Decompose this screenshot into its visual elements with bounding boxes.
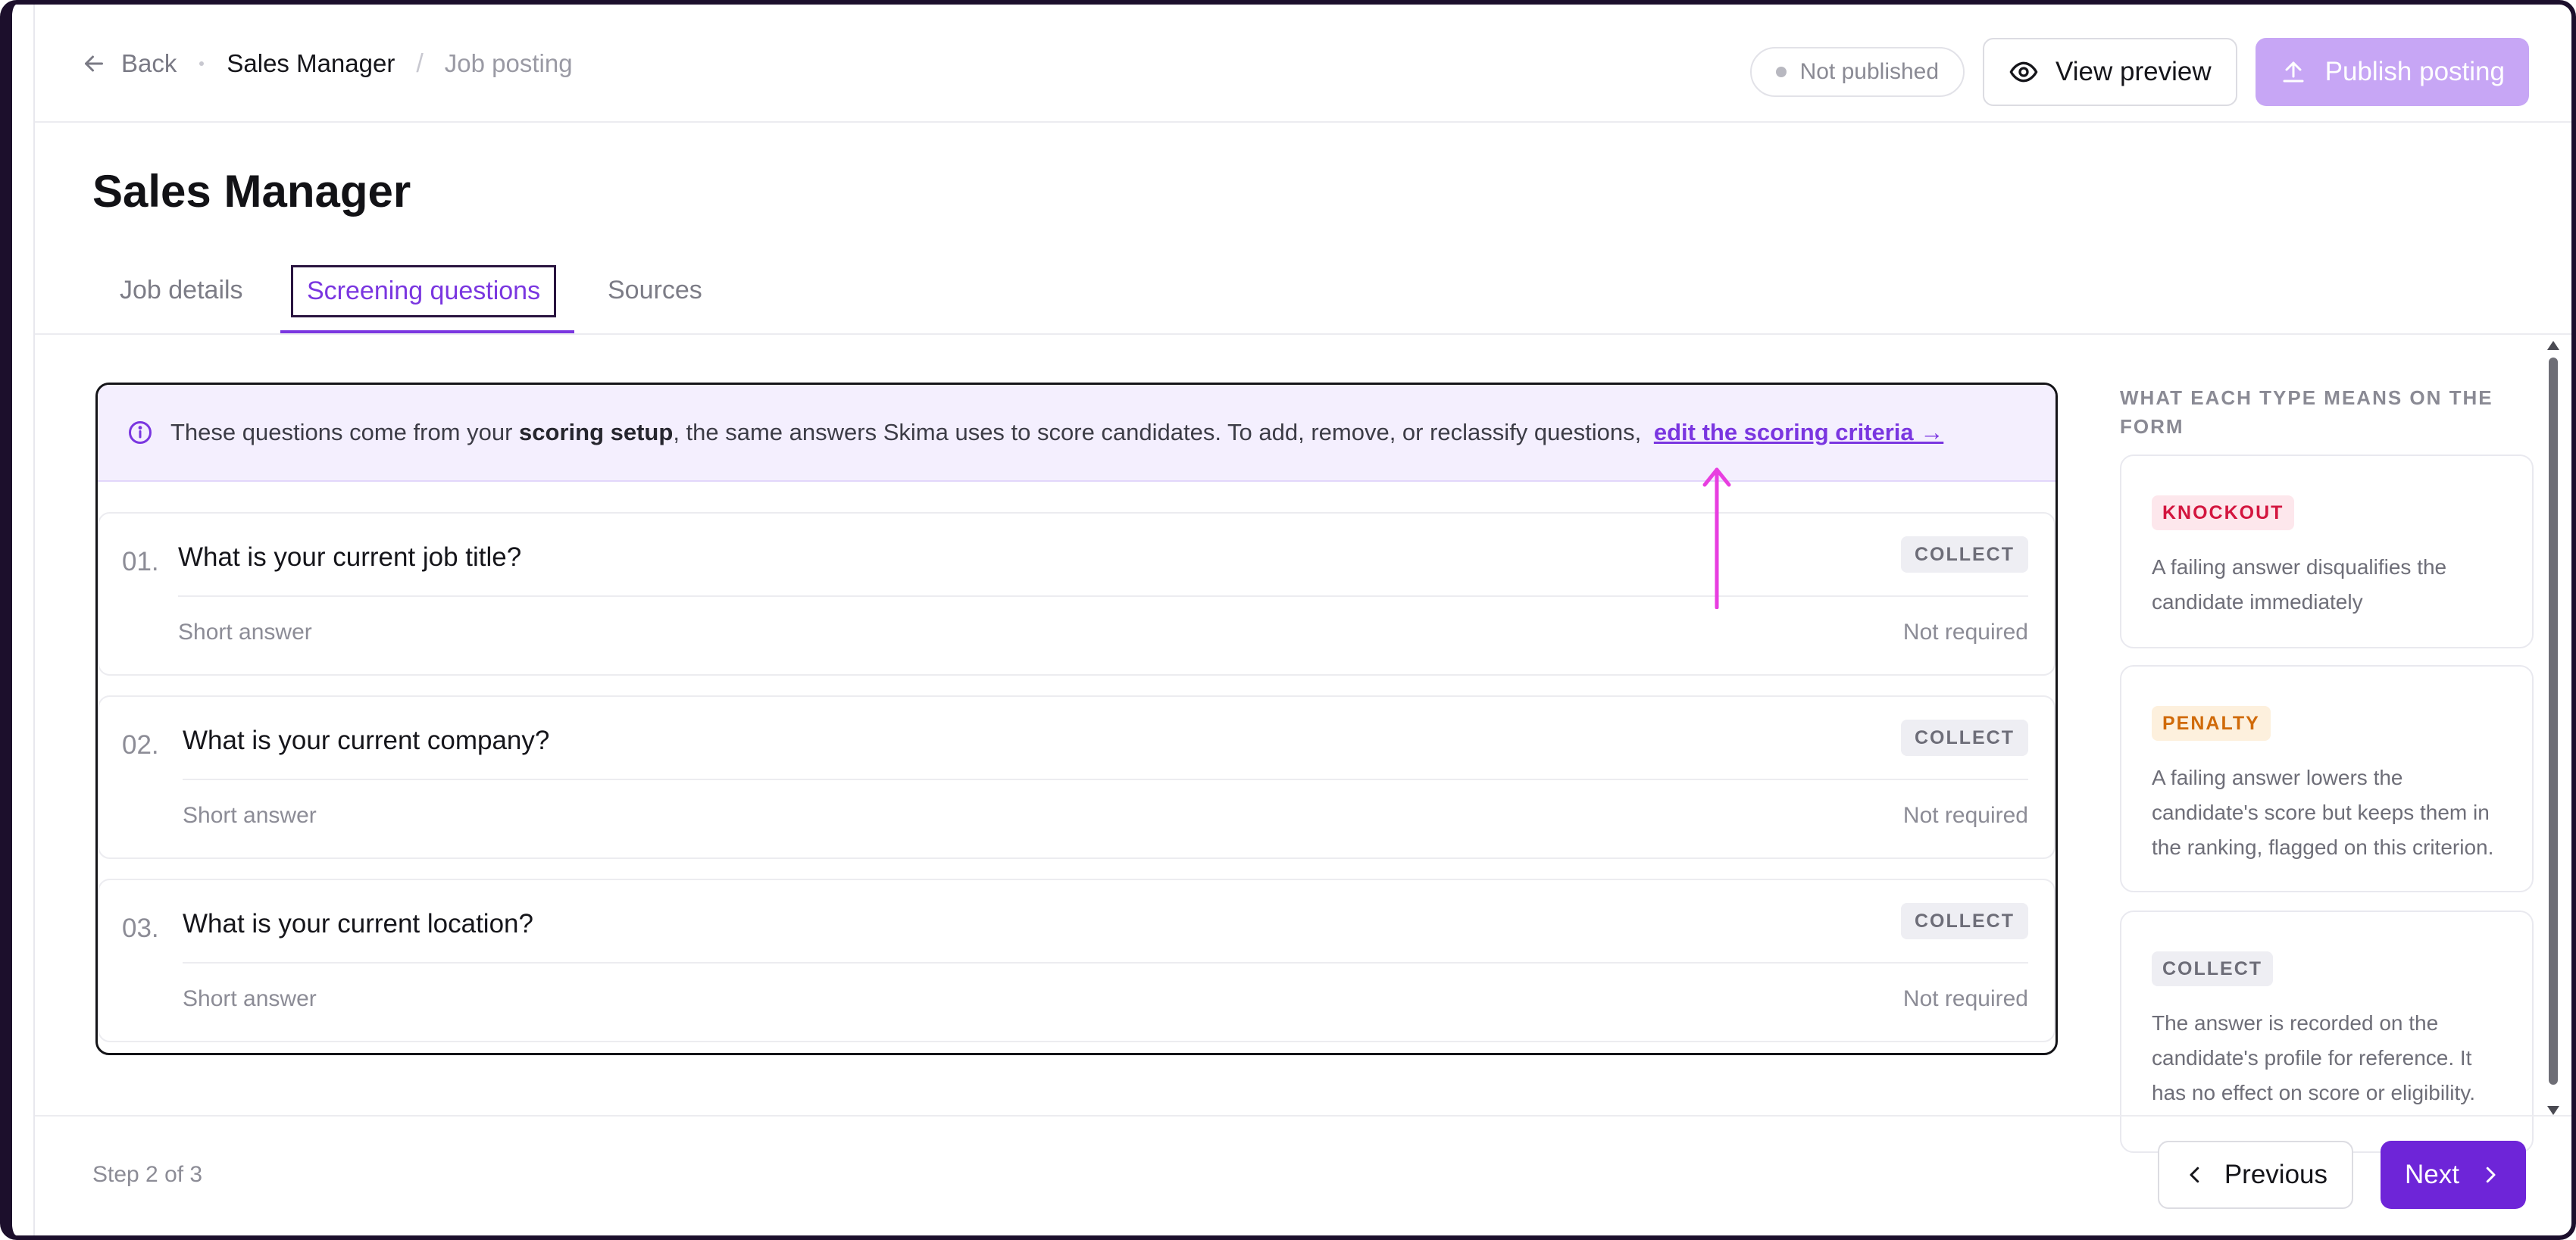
collect-badge: COLLECT: [2152, 951, 2274, 986]
answer-type: Short answer: [183, 986, 317, 1011]
question-number: 01.: [122, 547, 159, 576]
knockout-badge: KNOCKOUT: [2152, 495, 2295, 530]
arrow-left-icon: [85, 55, 103, 72]
answer-type: Short answer: [178, 620, 312, 645]
info-banner: These questions come from your scoring s…: [98, 385, 2055, 482]
scroll-down-icon[interactable]: [2547, 1106, 2559, 1115]
question-number: 03.: [122, 914, 159, 943]
top-bar: Back Sales Manager / Job posting Not pub…: [35, 5, 2571, 123]
type-card-knockout: KNOCKOUT A failing answer disqualifies t…: [2120, 454, 2534, 648]
type-description: A failing answer lowers the candidate's …: [2152, 766, 2494, 859]
question-text: What is your current location?: [183, 909, 533, 939]
question-card[interactable]: 01. What is your current job title? COLL…: [98, 512, 2055, 676]
scroll-thumb[interactable]: [2549, 358, 2558, 1085]
question-type-tag: COLLECT: [1900, 536, 2028, 573]
type-description: A failing answer disqualifies the candid…: [2152, 555, 2447, 614]
main-content: These questions come from your scoring s…: [35, 335, 2571, 1153]
question-card[interactable]: 02. What is your current company? COLLEC…: [98, 695, 2055, 859]
tab-screening-questions[interactable]: Screening questions: [291, 265, 557, 317]
view-preview-button[interactable]: View preview: [1983, 38, 2237, 106]
previous-button[interactable]: Previous: [2157, 1141, 2353, 1209]
question-divider: [183, 779, 2028, 780]
question-text: What is your current company?: [183, 726, 550, 755]
content-scrollbar[interactable]: [2546, 338, 2561, 1118]
status-label: Not published: [1799, 59, 1940, 84]
publish-posting-button[interactable]: Publish posting: [2255, 38, 2529, 106]
type-card-penalty: PENALTY A failing answer lowers the cand…: [2120, 665, 2534, 892]
question-card[interactable]: 03. What is your current location? COLLE…: [98, 879, 2055, 1042]
tab-bar: Job details Screening questions Sources: [35, 255, 2571, 335]
scroll-up-icon[interactable]: [2547, 341, 2559, 350]
info-circle-icon: [129, 421, 152, 444]
question-type-tag: COLLECT: [1900, 720, 2028, 756]
eye-icon: [2009, 61, 2038, 83]
answer-type: Short answer: [183, 803, 317, 828]
question-number: 02.: [122, 730, 159, 760]
question-text: What is your current job title?: [178, 542, 522, 572]
required-status: Not required: [1902, 986, 2028, 1011]
breadcrumb-separator: /: [416, 48, 424, 78]
breadcrumb-dot: [199, 61, 205, 66]
breadcrumb-section: Job posting: [444, 49, 573, 77]
breadcrumb-current[interactable]: Sales Manager: [227, 49, 395, 78]
info-text: These questions come from your scoring s…: [170, 419, 1943, 446]
chevron-left-icon: [2190, 1167, 2199, 1183]
view-preview-label: View preview: [2055, 57, 2212, 86]
step-indicator: Step 2 of 3: [92, 1162, 203, 1187]
publish-posting-label: Publish posting: [2324, 57, 2505, 86]
penalty-badge: PENALTY: [2152, 706, 2271, 741]
question-type-tag: COLLECT: [1900, 903, 2028, 939]
question-divider: [183, 962, 2028, 964]
page-title: Sales Manager: [92, 166, 411, 217]
status-dot-icon: [1775, 67, 1787, 77]
annotation-arrow-icon: [1702, 467, 1731, 609]
required-status: Not required: [1902, 620, 2028, 645]
header-actions: Not published View preview Publish posti…: [1749, 38, 2529, 106]
back-label: Back: [121, 49, 177, 77]
questions-panel: These questions come from your scoring s…: [95, 383, 2058, 1055]
tab-job-details[interactable]: Job details: [120, 276, 243, 305]
required-status: Not required: [1902, 803, 2028, 828]
next-label: Next: [2405, 1160, 2459, 1189]
info-text-after: , the same answers Skima uses to score c…: [673, 419, 1648, 445]
info-text-bold: scoring setup: [519, 419, 674, 445]
active-tab-indicator: [280, 330, 574, 333]
type-legend-sidebar: WHAT EACH TYPE MEANS ON THE FORM KNOCKOU…: [2120, 383, 2534, 1153]
back-button[interactable]: Back: [80, 49, 177, 78]
upload-icon: [2283, 61, 2304, 83]
tab-sources[interactable]: Sources: [608, 276, 702, 305]
question-divider: [178, 595, 2028, 597]
sidebar-heading: WHAT EACH TYPE MEANS ON THE FORM: [2120, 386, 2493, 438]
info-text-before: These questions come from your: [170, 419, 520, 445]
app-window: Back Sales Manager / Job posting Not pub…: [0, 0, 2576, 1240]
chevron-right-icon: [2486, 1167, 2496, 1183]
wizard-footer: Step 2 of 3 Previous Next: [35, 1115, 2571, 1235]
status-badge: Not published: [1749, 47, 1965, 97]
next-button[interactable]: Next: [2381, 1141, 2526, 1209]
breadcrumb: Back Sales Manager / Job posting: [80, 5, 573, 123]
type-description: The answer is recorded on the candidate'…: [2152, 1011, 2475, 1104]
left-rail: [12, 5, 35, 1235]
previous-label: Previous: [2224, 1160, 2327, 1189]
edit-scoring-criteria-link[interactable]: edit the scoring criteria →: [1654, 419, 1943, 445]
